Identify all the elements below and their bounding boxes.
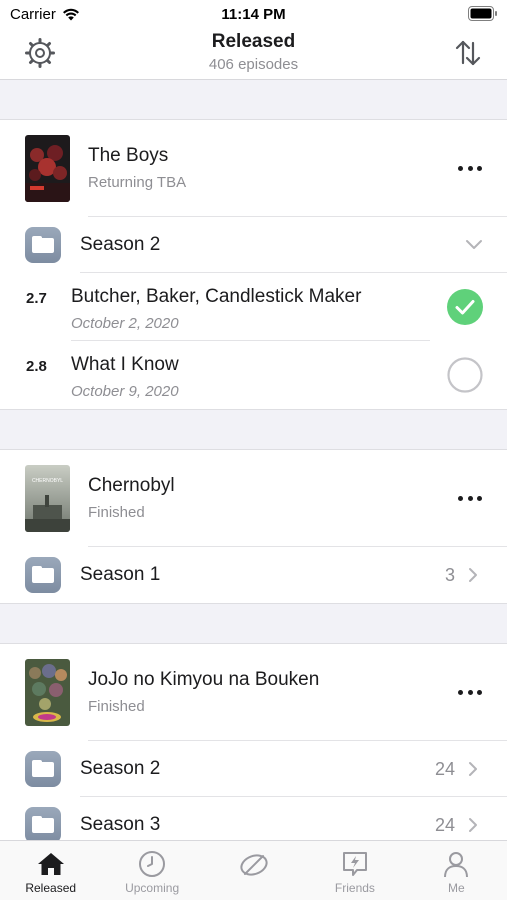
episode-number: 2.8 [26, 358, 47, 375]
episode-air-date: October 2, 2020 [71, 315, 179, 332]
season-label: Season 2 [80, 758, 161, 779]
tab-released[interactable]: Released [0, 841, 101, 900]
season-row[interactable]: Season 2 24 [0, 741, 507, 797]
ellipsis-dot [467, 165, 473, 171]
episode-count: 406 episodes [208, 56, 299, 73]
show-title: Chernobyl [88, 475, 175, 496]
chevron-right-icon [469, 568, 477, 582]
show-status: Finished [88, 504, 145, 521]
poster-title: CHERNOBYL [32, 478, 63, 484]
folder-icon [25, 227, 61, 263]
tab-friends[interactable]: Friends [304, 841, 405, 900]
episode-number: 2.7 [26, 290, 47, 307]
show-poster [25, 659, 70, 726]
home-icon [37, 853, 64, 875]
navigation-bar: Released 406 episodes [0, 28, 507, 80]
tab-label: Upcoming [125, 881, 180, 895]
ellipsis-dot [477, 165, 482, 171]
season-label: Season 3 [80, 814, 161, 835]
ellipsis-dot [467, 495, 473, 501]
season-label: Season 1 [80, 564, 161, 585]
show-status: Finished [88, 698, 145, 715]
show-section: CHERNOBYL Chernobyl Finished Season 1 3 [0, 450, 507, 604]
episode-row[interactable]: 2.8 What I Know October 9, 2020 [0, 341, 507, 409]
folder-icon [25, 557, 61, 593]
ellipsis-dot [477, 495, 482, 501]
ellipsis-dot [477, 689, 482, 695]
folder-icon [25, 807, 61, 840]
folder-icon [25, 751, 61, 787]
unwatched-circle-icon[interactable] [447, 357, 483, 393]
show-title: JoJo no Kimyou na Bouken [88, 669, 320, 690]
discover-icon [239, 854, 268, 876]
battery-icon [468, 6, 497, 21]
season-unwatched-count: 24 [434, 759, 455, 779]
section-spacer [0, 80, 507, 120]
tab-label: Released [25, 881, 77, 895]
watched-checkmark-icon[interactable] [447, 289, 483, 325]
episode-air-date: October 9, 2020 [71, 383, 179, 400]
ellipsis-icon [458, 689, 463, 695]
show-poster: CHERNOBYL [25, 465, 70, 532]
season-label: Season 2 [80, 234, 161, 255]
show-header-row[interactable]: The Boys Returning TBA [0, 120, 507, 217]
section-spacer [0, 410, 507, 450]
status-bar: Carrier 11:14 PM [0, 0, 507, 28]
more-options-button[interactable] [458, 158, 482, 178]
section-spacer [0, 604, 507, 644]
episode-title: What I Know [71, 354, 179, 375]
ellipsis-icon [458, 165, 463, 171]
clock-icon [139, 851, 166, 877]
tab-upcoming[interactable]: Upcoming [101, 841, 202, 900]
tab-me[interactable]: Me [406, 841, 507, 900]
more-options-button[interactable] [458, 488, 482, 508]
episode-list[interactable]: The Boys Returning TBA Season 2 2.7 Butc… [0, 80, 507, 840]
season-unwatched-count: 3 [444, 565, 455, 585]
chevron-down-icon [466, 240, 482, 249]
ellipsis-dot [467, 689, 473, 695]
show-header-row[interactable]: CHERNOBYL Chernobyl Finished [0, 450, 507, 547]
show-title: The Boys [88, 145, 169, 166]
chevron-right-icon [469, 818, 477, 832]
sort-button[interactable] [451, 36, 485, 70]
page-title: Released [211, 31, 296, 52]
more-options-button[interactable] [458, 682, 482, 702]
season-row[interactable]: Season 3 24 [0, 797, 507, 840]
show-header-row[interactable]: JoJo no Kimyou na Bouken Finished [0, 644, 507, 741]
person-icon [444, 852, 469, 878]
episode-row[interactable]: 2.7 Butcher, Baker, Candlestick Maker Oc… [0, 273, 507, 341]
friends-bolt-icon [342, 852, 367, 876]
tab-label: Friends [334, 881, 375, 895]
clock: 11:14 PM [221, 6, 286, 23]
tab-label: Me [447, 881, 465, 895]
sort-arrows-icon [455, 40, 481, 66]
episode-title: Butcher, Baker, Candlestick Maker [71, 286, 362, 307]
chevron-right-icon [469, 762, 477, 776]
season-row[interactable]: Season 2 [0, 217, 507, 273]
show-section: JoJo no Kimyou na Bouken Finished Season… [0, 644, 507, 840]
season-unwatched-count: 24 [434, 815, 455, 835]
tab-bar: Released Upcoming Friends Me [0, 840, 507, 900]
show-poster [25, 135, 70, 202]
show-status: Returning TBA [88, 174, 187, 191]
ellipsis-icon [458, 495, 463, 501]
show-section: The Boys Returning TBA Season 2 2.7 Butc… [0, 120, 507, 410]
tab-discover[interactable] [203, 841, 304, 900]
season-row[interactable]: Season 1 3 [0, 547, 507, 603]
